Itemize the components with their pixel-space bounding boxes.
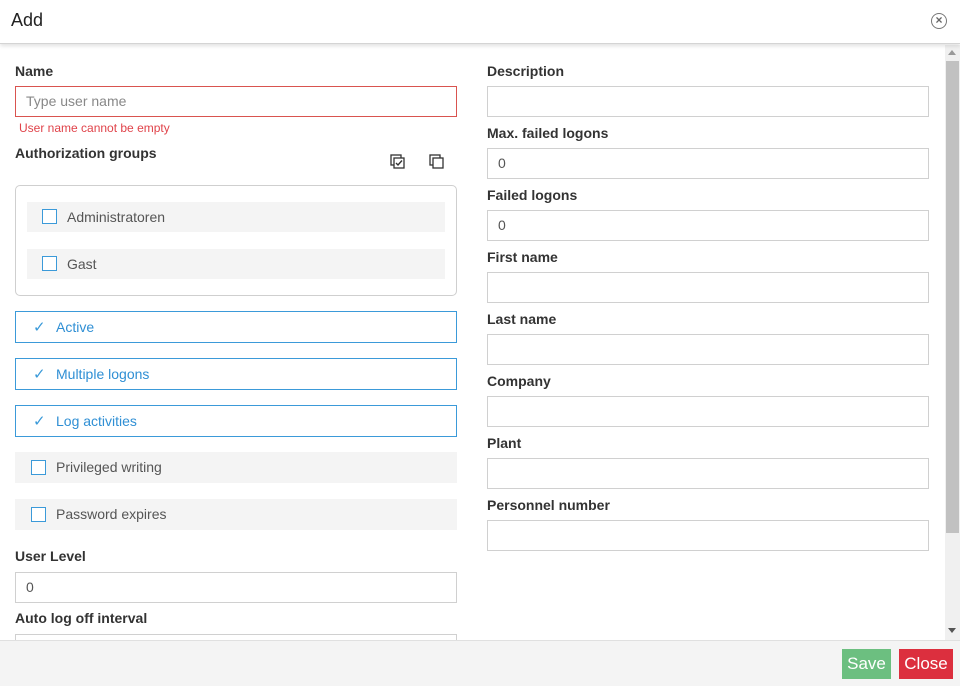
check-icon: ✓ <box>33 319 46 336</box>
check-icon: ✓ <box>33 413 46 430</box>
toggle-log-activities[interactable]: ✓ Log activities <box>15 405 457 437</box>
checkbox[interactable] <box>42 209 57 224</box>
personnel-number-label: Personnel number <box>487 497 610 513</box>
company-label: Company <box>487 373 551 389</box>
user-level-input[interactable]: 0 <box>15 572 457 603</box>
authorization-groups-list: Administratoren Gast <box>15 185 457 296</box>
toggle-label: Privileged writing <box>56 459 162 475</box>
vertical-scrollbar[interactable] <box>945 45 960 640</box>
scrollbar-thumb[interactable] <box>946 61 959 533</box>
max-failed-logons-input[interactable]: 0 <box>487 148 929 179</box>
last-name-label: Last name <box>487 311 557 327</box>
first-name-label: First name <box>487 249 558 265</box>
toggle-label: Password expires <box>56 506 167 522</box>
description-input[interactable] <box>487 86 929 117</box>
toggle-label: Multiple logons <box>56 366 150 382</box>
personnel-number-input[interactable] <box>487 520 929 551</box>
checkbox[interactable] <box>42 256 57 271</box>
group-item-administratoren[interactable]: Administratoren <box>27 202 445 232</box>
toggle-password-expires[interactable]: Password expires <box>15 499 457 530</box>
select-all-icon[interactable] <box>390 154 406 170</box>
group-item-gast[interactable]: Gast <box>27 249 445 279</box>
close-button[interactable]: Close <box>899 649 953 679</box>
scroll-down-arrow-icon[interactable] <box>948 628 956 633</box>
first-name-input[interactable] <box>487 272 929 303</box>
dialog-title: Add <box>11 10 44 30</box>
auto-log-off-label: Auto log off interval <box>15 610 148 626</box>
last-name-input[interactable] <box>487 334 929 365</box>
toggle-label: Log activities <box>56 413 137 429</box>
dialog-body: Name Type user name User name cannot be … <box>0 45 960 640</box>
check-icon: ✓ <box>33 366 46 383</box>
name-placeholder: Type user name <box>26 93 127 109</box>
toggle-label: Active <box>56 319 95 335</box>
close-icon[interactable]: × <box>931 13 947 29</box>
checkbox[interactable] <box>31 460 46 475</box>
dialog-footer: Save Close <box>0 640 960 686</box>
authorization-groups-label: Authorization groups <box>15 145 157 161</box>
scroll-up-arrow-icon[interactable] <box>948 50 956 55</box>
add-user-dialog: Add × Name Type user name User name cann… <box>0 0 960 686</box>
group-label: Administratoren <box>67 209 166 225</box>
toggle-privileged-writing[interactable]: Privileged writing <box>15 452 457 483</box>
toggle-multiple-logons[interactable]: ✓ Multiple logons <box>15 358 457 390</box>
description-label: Description <box>487 63 565 79</box>
user-level-label: User Level <box>15 548 86 564</box>
save-button[interactable]: Save <box>842 649 891 679</box>
failed-logons-label: Failed logons <box>487 187 578 203</box>
plant-input[interactable] <box>487 458 929 489</box>
deselect-all-icon[interactable] <box>429 154 445 170</box>
max-failed-logons-label: Max. failed logons <box>487 125 609 141</box>
plant-label: Plant <box>487 435 522 451</box>
toggle-active[interactable]: ✓ Active <box>15 311 457 343</box>
group-label: Gast <box>67 256 97 272</box>
name-input[interactable]: Type user name <box>15 86 457 117</box>
name-error-message: User name cannot be empty <box>19 121 170 135</box>
company-input[interactable] <box>487 396 929 427</box>
dialog-header: Add × <box>0 0 960 44</box>
failed-logons-input[interactable]: 0 <box>487 210 929 241</box>
checkbox[interactable] <box>31 507 46 522</box>
name-label: Name <box>15 63 54 79</box>
